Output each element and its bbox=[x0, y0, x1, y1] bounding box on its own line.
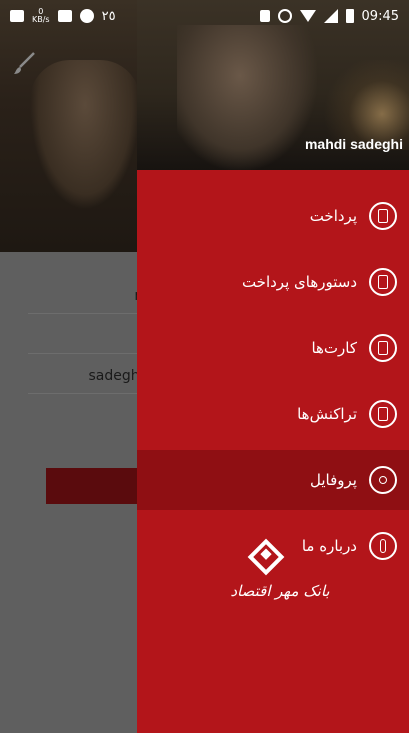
menu-item-payment[interactable]: پرداخت bbox=[137, 186, 409, 246]
status-bar: 0 KB/s ٢٥ 09:45 bbox=[0, 0, 409, 32]
bank-logo-mark bbox=[247, 538, 285, 576]
status-number: ٢٥ bbox=[101, 8, 116, 24]
bank-logo: بانک مهر اقتصاد bbox=[225, 538, 335, 620]
image-icon bbox=[57, 10, 72, 22]
transactions-icon bbox=[369, 400, 397, 428]
user-name: mahdi sadeghi bbox=[304, 136, 403, 152]
menu-item-profile[interactable]: پروفایل bbox=[137, 450, 409, 510]
status-time: 09:45 bbox=[361, 8, 399, 24]
app-screen: m ـ sadeghi, 0 KB/s ٢٥ 09:45 mahd bbox=[0, 0, 409, 733]
background-save-button bbox=[46, 468, 146, 504]
background-field-3: sadeghi, bbox=[28, 358, 148, 394]
cards-icon bbox=[369, 334, 397, 362]
background-field-2: ـ bbox=[28, 318, 148, 354]
alarm-icon bbox=[277, 9, 292, 23]
signal-icon bbox=[323, 9, 338, 23]
navigation-drawer: mahdi sadeghi پرداخت دستورهای پرداخت کار… bbox=[137, 0, 409, 733]
vibrate-icon bbox=[259, 10, 270, 22]
menu-item-label: کارت‌ها bbox=[311, 339, 357, 357]
menu-item-label: تراکنش‌ها bbox=[297, 405, 357, 423]
wifi-icon bbox=[299, 10, 316, 22]
about-icon bbox=[369, 532, 397, 560]
menu-item-label: دستورهای پرداخت bbox=[241, 273, 357, 291]
payment-orders-icon bbox=[369, 268, 397, 296]
menu-item-transactions[interactable]: تراکنش‌ها bbox=[137, 384, 409, 444]
menu-item-label: پرداخت bbox=[309, 207, 357, 225]
menu-item-payment-orders[interactable]: دستورهای پرداخت bbox=[137, 252, 409, 312]
payment-icon bbox=[369, 202, 397, 230]
profile-icon bbox=[369, 466, 397, 494]
menu-item-label: پروفایل bbox=[310, 471, 357, 489]
network-speed: 0 KB/s bbox=[32, 7, 50, 24]
drawer-menu: پرداخت دستورهای پرداخت کارت‌ها تراکنش‌ها… bbox=[137, 186, 409, 576]
menu-item-cards[interactable]: کارت‌ها bbox=[137, 318, 409, 378]
bank-logo-text: بانک مهر اقتصاد bbox=[230, 582, 330, 600]
battery-icon bbox=[345, 9, 354, 23]
avatar bbox=[177, 25, 317, 170]
background-field-1: m bbox=[28, 278, 148, 314]
notification-icon bbox=[10, 10, 24, 22]
edit-brush-icon bbox=[14, 52, 35, 74]
shield-icon bbox=[79, 9, 94, 23]
